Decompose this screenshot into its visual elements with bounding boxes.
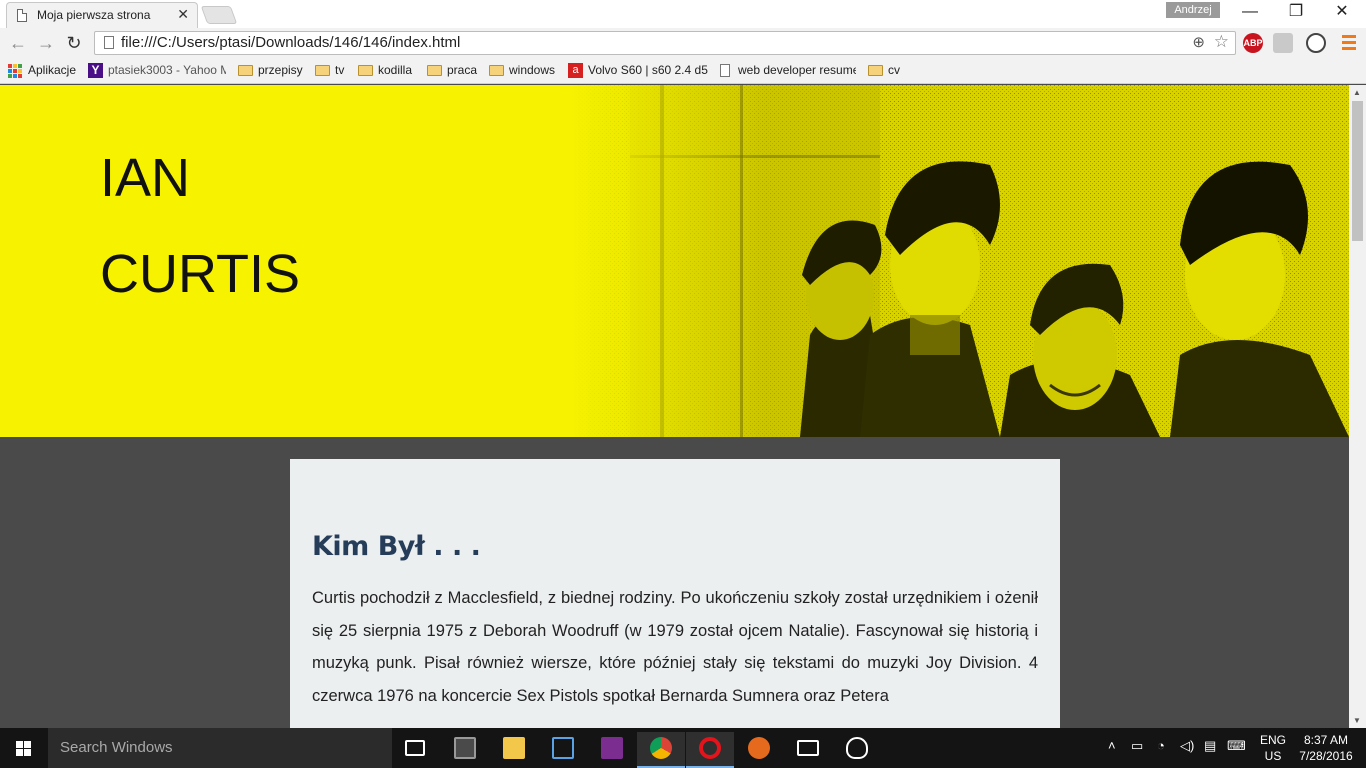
volvo-site-icon: a <box>568 63 583 78</box>
document-icon <box>17 9 27 22</box>
scroll-up-arrow-icon[interactable]: ▲ <box>1353 88 1361 97</box>
start-button[interactable] <box>0 728 48 768</box>
maximize-button[interactable]: ❐ <box>1273 0 1319 26</box>
tab-close-icon[interactable]: ✕ <box>177 6 189 23</box>
keyboard-icon[interactable]: ⌨ <box>1227 738 1246 754</box>
bookmark-tv[interactable]: tv <box>315 63 351 79</box>
wifi-icon[interactable]: ◔ <box>1157 738 1165 753</box>
folder-icon <box>315 65 330 76</box>
article-card: Kim Był . . . Curtis pochodził z Maccles… <box>290 459 1060 728</box>
cast-extension-icon[interactable] <box>1273 33 1293 53</box>
browser-tab[interactable]: Moja pierwsza strona ✕ <box>6 2 198 28</box>
bookmark-yahoo[interactable]: Y ptasiek3003 - Yahoo M <box>88 63 226 79</box>
store-app-icon[interactable] <box>539 732 587 768</box>
mail-icon[interactable] <box>784 732 832 768</box>
sublime-text-icon[interactable] <box>441 732 489 768</box>
reload-icon[interactable]: ↻ <box>62 31 86 55</box>
firefox-icon[interactable] <box>735 732 783 768</box>
adblock-plus-icon[interactable]: ABP <box>1243 33 1263 53</box>
scroll-down-arrow-icon[interactable]: ▼ <box>1353 716 1361 725</box>
notifications-icon[interactable]: ▤ <box>1204 738 1216 754</box>
forward-arrow-icon[interactable]: → <box>34 31 58 55</box>
zoom-icon[interactable]: ⊕ <box>1192 33 1205 51</box>
clock-time: 8:37 AM <box>1303 733 1349 747</box>
task-view-icon[interactable] <box>392 732 440 768</box>
chrome-menu-icon[interactable] <box>1342 35 1356 51</box>
page-icon <box>720 64 730 77</box>
apps-icon <box>8 64 22 78</box>
chrome-taskbar-icon[interactable] <box>637 732 685 768</box>
hero-last-name: CURTIS <box>100 244 301 304</box>
hero-banner: IAN CURTIS <box>0 85 1349 437</box>
bookmark-star-icon[interactable]: ☆ <box>1214 32 1229 52</box>
bookmark-volvo[interactable]: a Volvo S60 | s60 2.4 d5 <box>568 63 708 79</box>
bookmark-web-developer-resume[interactable]: web developer resume <box>718 63 856 79</box>
folder-icon <box>427 65 442 76</box>
close-window-button[interactable]: ✕ <box>1319 0 1365 26</box>
file-explorer-icon[interactable] <box>490 732 538 768</box>
page-scrollbar[interactable]: ▲ ▼ <box>1349 85 1366 728</box>
volume-icon[interactable]: ◁) <box>1180 738 1194 754</box>
folder-icon <box>238 65 253 76</box>
taskbar-clock[interactable]: 8:37 AM 7/28/2016 <box>1294 732 1358 764</box>
back-arrow-icon[interactable]: ← <box>6 31 30 55</box>
language-indicator[interactable]: ENG US <box>1258 732 1288 764</box>
bookmark-przepisy[interactable]: przepisy <box>238 63 308 79</box>
windows-taskbar: Search Windows ˄ ▭ ◔ ◁) ▤ ⌨ ENG US 8:37 … <box>0 728 1366 768</box>
onenote-icon[interactable] <box>588 732 636 768</box>
url-text[interactable]: file:///C:/Users/ptasi/Downloads/146/146… <box>121 34 460 51</box>
article-paragraph: Curtis pochodził z Macclesfield, z biedn… <box>312 589 1038 705</box>
page-icon <box>104 36 114 49</box>
yahoo-icon: Y <box>88 63 103 78</box>
band-photo <box>570 85 1349 437</box>
hero-first-name: IAN <box>100 148 191 208</box>
bookmark-praca[interactable]: praca <box>427 63 482 79</box>
folder-icon <box>489 65 504 76</box>
minimize-button[interactable]: — <box>1227 0 1273 26</box>
bookmarks-bar: Aplikacje Y ptasiek3003 - Yahoo M przepi… <box>0 58 1366 84</box>
tab-title: Moja pierwsza strona <box>37 8 151 22</box>
article-heading: Kim Był . . . <box>312 531 481 562</box>
battery-icon[interactable]: ▭ <box>1131 738 1143 754</box>
bookmark-aplikacje[interactable]: Aplikacje <box>8 63 80 79</box>
vpn-app-icon[interactable] <box>833 732 881 768</box>
address-bar[interactable]: file:///C:/Users/ptasi/Downloads/146/146… <box>94 31 1236 55</box>
tray-expand-icon[interactable]: ˄ <box>1108 738 1116 753</box>
browser-titlebar: Moja pierwsza strona ✕ Andrzej — ❐ ✕ <box>0 0 1366 28</box>
folder-icon <box>868 65 883 76</box>
bookmark-kodilla[interactable]: kodilla <box>358 63 418 79</box>
sync-extension-icon[interactable] <box>1306 33 1326 53</box>
browser-toolbar: ← → ↻ file:///C:/Users/ptasi/Downloads/1… <box>0 28 1366 58</box>
opera-icon[interactable] <box>686 732 734 768</box>
page-viewport: IAN CURTIS Kim Był . . . Curtis pochodzi… <box>0 85 1349 728</box>
folder-icon <box>358 65 373 76</box>
bookmark-cv[interactable]: cv <box>868 63 908 79</box>
new-tab-button[interactable] <box>200 6 238 24</box>
scrollbar-thumb[interactable] <box>1352 101 1363 241</box>
bookmark-windows[interactable]: windows <box>489 63 559 79</box>
clock-date: 7/28/2016 <box>1299 749 1353 763</box>
profile-button[interactable]: Andrzej <box>1166 2 1220 18</box>
taskbar-search-box[interactable]: Search Windows <box>48 728 392 768</box>
